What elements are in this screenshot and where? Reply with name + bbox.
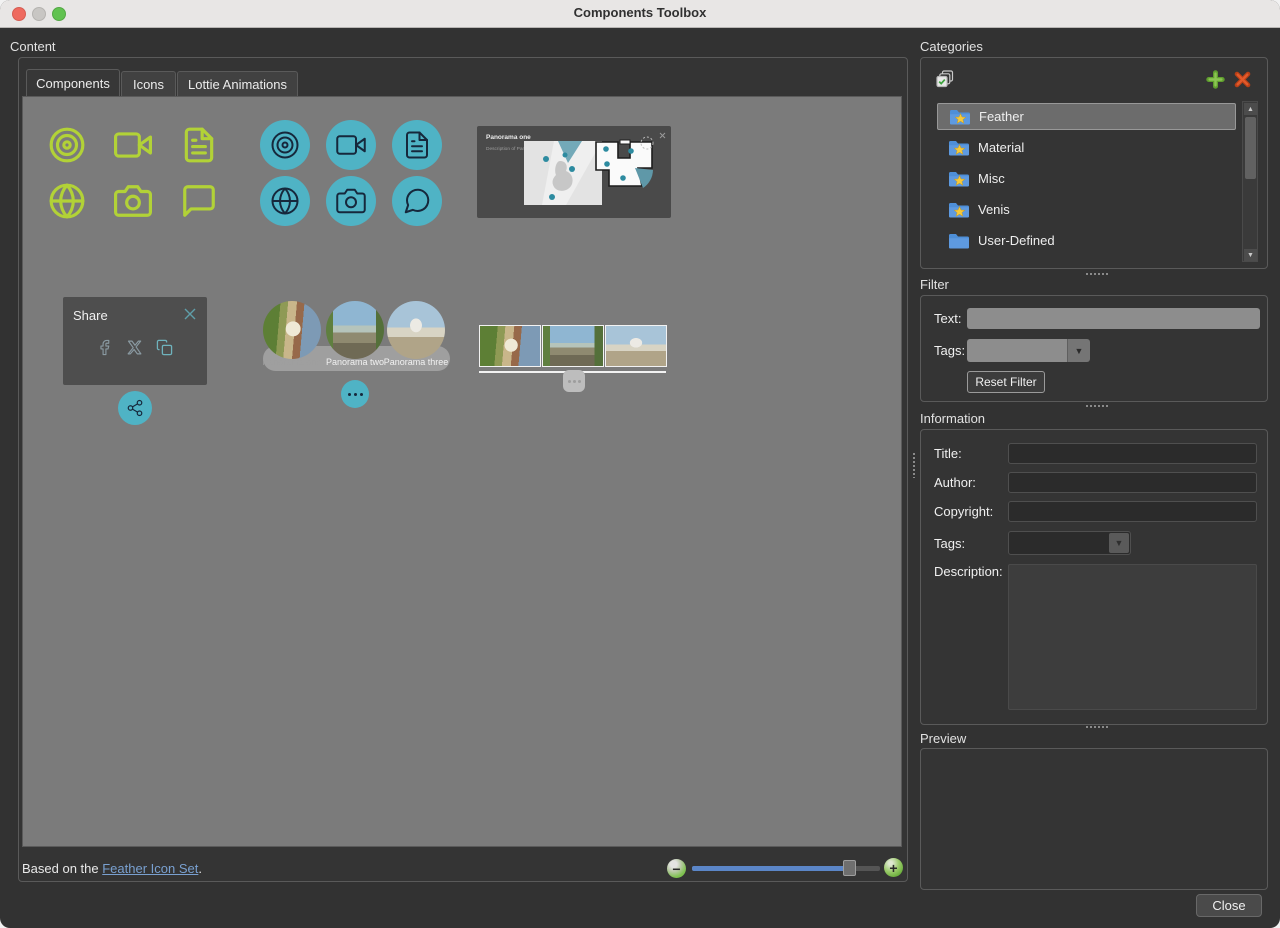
filter-group-label: Filter	[920, 277, 949, 292]
paging-label: Panorama three	[370, 357, 462, 367]
map-popup-title: Panorama one	[486, 134, 531, 141]
facebook-icon	[96, 339, 113, 356]
panorama-one-thumb	[479, 325, 541, 367]
add-category-button[interactable]	[1206, 70, 1225, 89]
panorama-three-thumb	[605, 325, 667, 367]
component-orb-share-popup[interactable]: Share	[63, 297, 207, 385]
folder-star-icon	[948, 139, 970, 157]
component-orb-paging-thumbnail-menu[interactable]: Panorama one Panorama two Panorama three	[263, 301, 453, 421]
select-all-categories-icon[interactable]	[936, 70, 954, 88]
copy-icon	[156, 339, 173, 356]
splitter-handle[interactable]	[1085, 272, 1109, 276]
footer-credit: Based on the Feather Icon Set.	[22, 861, 202, 876]
components-toolbox-window: Components Toolbox Content Components Ic…	[0, 0, 1280, 928]
category-item-feather[interactable]: Feather	[937, 103, 1236, 130]
share-popup-close-icon	[183, 307, 197, 321]
info-copyright-label: Copyright:	[934, 504, 993, 519]
tab-components[interactable]: Components	[26, 69, 120, 96]
info-author-label: Author:	[934, 475, 976, 490]
map-popup-thumbnail: Panorama one Description of Panorama one	[477, 126, 671, 218]
title-bar[interactable]: Components Toolbox	[0, 0, 1280, 28]
category-item-user-defined[interactable]: User-Defined	[937, 227, 1236, 254]
globe-orb-icon	[260, 176, 310, 226]
disc-icon	[48, 126, 86, 164]
info-title-label: Title:	[934, 446, 962, 461]
share-orb	[118, 391, 152, 425]
splitter-handle[interactable]	[1085, 725, 1109, 729]
zoom-in-button[interactable]: +	[884, 858, 903, 877]
category-item-misc[interactable]: Misc	[937, 165, 1236, 192]
info-author-input[interactable]	[1008, 472, 1257, 493]
zoom-slider-fill	[692, 866, 849, 871]
information-group-label: Information	[920, 411, 985, 426]
filter-text-input[interactable]	[967, 308, 1260, 329]
more-dots-orb	[341, 380, 369, 408]
zoom-slider-thumb[interactable]	[843, 860, 856, 876]
close-button[interactable]: Close	[1196, 894, 1262, 917]
component-orb-map-popup[interactable]: Panorama one Description of Panorama one	[477, 126, 671, 223]
share-popup-title: Share	[73, 308, 108, 323]
categories-group-label: Categories	[920, 39, 983, 54]
filter-tags-label: Tags:	[934, 343, 965, 358]
folder-star-icon	[948, 170, 970, 188]
message-circle-orb-icon	[392, 176, 442, 226]
window-title: Components Toolbox	[0, 5, 1280, 20]
category-item-venis[interactable]: Venis	[937, 196, 1236, 223]
scrollbar-thumb[interactable]	[1245, 117, 1256, 179]
content-group-label: Content	[10, 39, 56, 54]
feather-icon-set-link[interactable]: Feather Icon Set	[102, 861, 198, 876]
info-description-textarea[interactable]	[1008, 564, 1257, 710]
file-text-orb-icon	[392, 120, 442, 170]
info-tags-label: Tags:	[934, 536, 965, 551]
plus-icon: +	[889, 861, 897, 875]
camera-orb-icon	[326, 176, 376, 226]
splitter-handle[interactable]	[1085, 404, 1109, 408]
disc-orb-icon	[260, 120, 310, 170]
filter-tags-select[interactable]	[967, 339, 1067, 362]
chevron-down-icon: ▼	[1075, 346, 1084, 356]
folder-icon	[948, 232, 970, 250]
filter-text-label: Text:	[934, 311, 961, 326]
camera-icon	[114, 182, 152, 220]
scroll-up-button[interactable]: ▲	[1244, 103, 1257, 115]
message-square-icon	[180, 182, 218, 220]
zoom-out-button[interactable]: −	[667, 859, 686, 878]
tab-icons[interactable]: Icons	[121, 71, 176, 96]
component-feather-orb-point-hotspots[interactable]	[260, 120, 442, 226]
scroll-down-button[interactable]: ▼	[1244, 249, 1257, 261]
file-text-icon	[180, 126, 218, 164]
chevron-down-icon: ▼	[1115, 538, 1124, 548]
globe-icon	[48, 182, 86, 220]
filter-tags-dropdown-arrow[interactable]: ▼	[1067, 339, 1090, 362]
component-box-sliding-thumbnail-menu[interactable]	[479, 325, 669, 400]
x-twitter-icon	[126, 339, 143, 356]
categories-scrollbar[interactable]: ▲ ▼	[1242, 101, 1258, 262]
preview-group-box	[920, 748, 1268, 890]
minus-icon: −	[672, 862, 680, 876]
panorama-one-thumb	[263, 301, 321, 359]
folder-star-icon	[948, 201, 970, 219]
tab-lottie-animations[interactable]: Lottie Animations	[177, 71, 298, 96]
category-item-material[interactable]: Material	[937, 134, 1236, 161]
preview-group-label: Preview	[920, 731, 966, 746]
more-dots-chip	[563, 370, 585, 392]
info-copyright-input[interactable]	[1008, 501, 1257, 522]
panorama-three-thumb	[387, 301, 445, 359]
folder-star-icon	[949, 108, 971, 126]
panorama-two-thumb	[542, 325, 604, 367]
info-tags-dropdown-arrow[interactable]: ▼	[1109, 533, 1129, 553]
delete-category-button[interactable]	[1233, 70, 1252, 89]
reset-filter-button[interactable]: Reset Filter	[967, 371, 1045, 393]
info-description-label: Description:	[934, 564, 1003, 579]
panorama-two-thumb	[326, 301, 384, 359]
video-orb-icon	[326, 120, 376, 170]
component-feather-box-point-hotspots[interactable]	[48, 126, 218, 220]
info-title-input[interactable]	[1008, 443, 1257, 464]
panel-splitter-handle[interactable]	[912, 452, 916, 478]
video-icon	[114, 126, 152, 164]
